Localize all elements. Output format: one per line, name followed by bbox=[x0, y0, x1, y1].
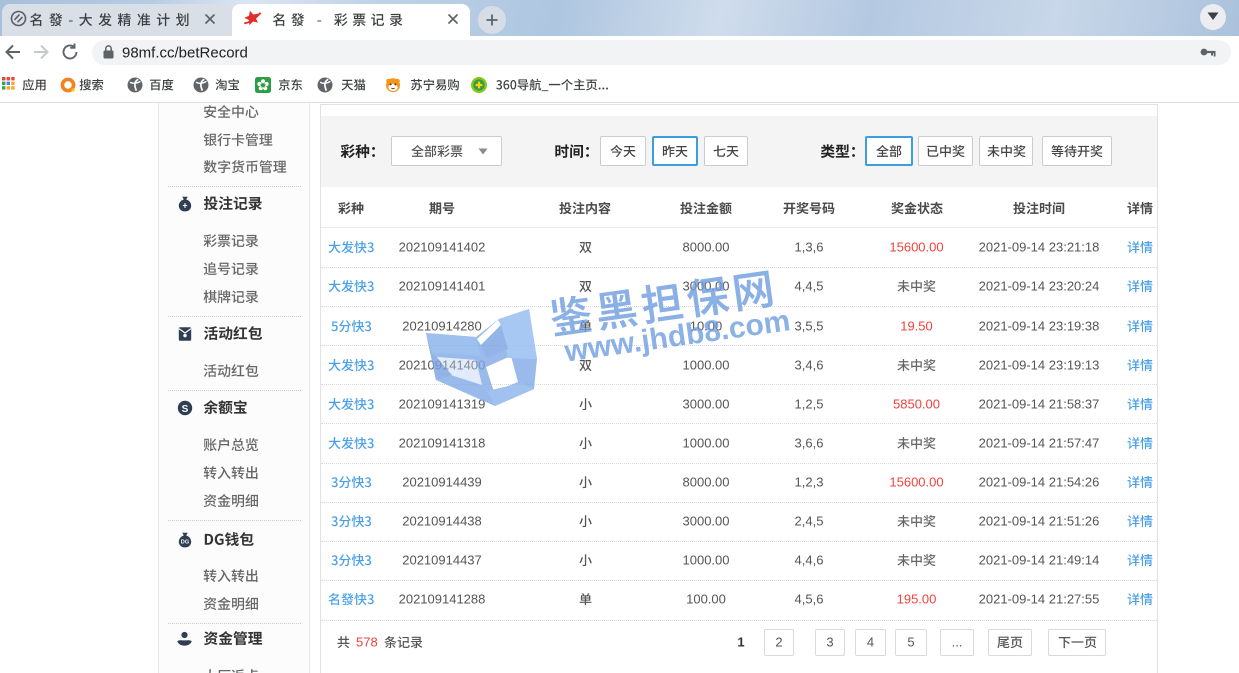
svg-text:DG: DG bbox=[181, 539, 189, 545]
svg-text:S: S bbox=[182, 403, 189, 414]
